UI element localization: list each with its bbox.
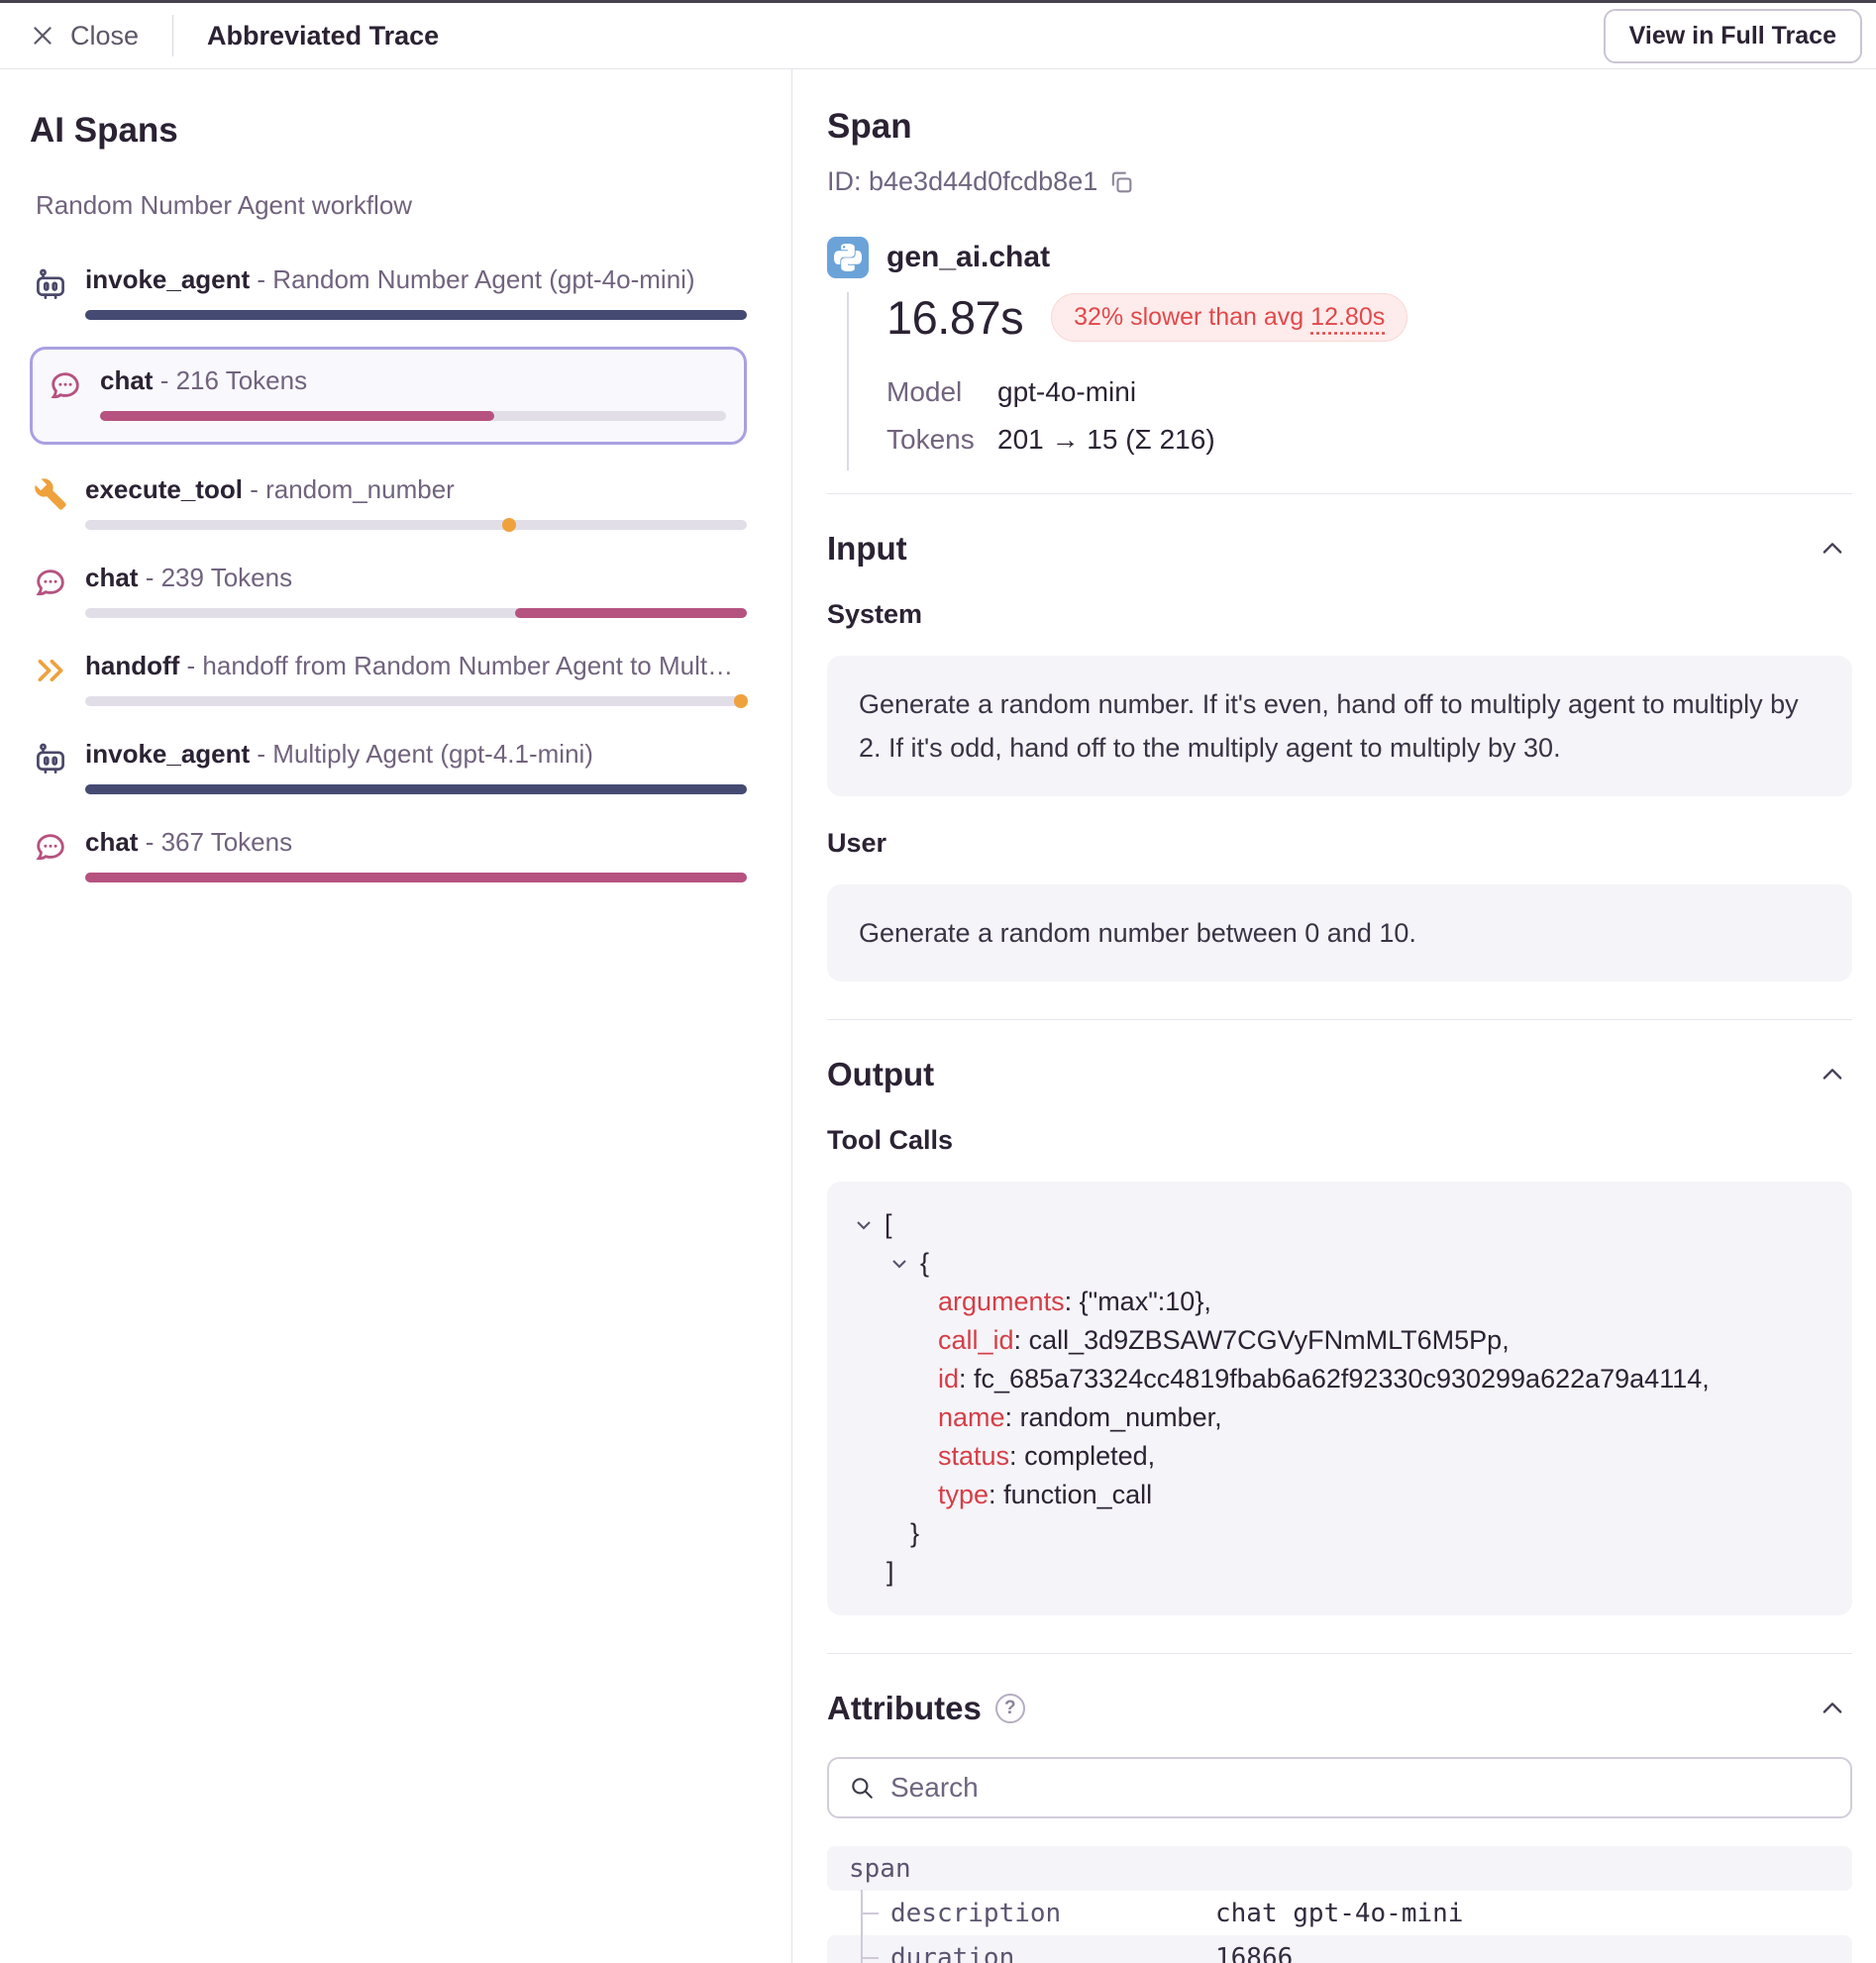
- search-input[interactable]: [890, 1772, 1830, 1804]
- chevron-up-icon[interactable]: [1813, 1057, 1852, 1092]
- attributes-search[interactable]: [827, 1757, 1852, 1818]
- span-id: ID: b4e3d44d0fcdb8e1: [827, 166, 1097, 197]
- span-row-label: chat - 239 Tokens: [85, 562, 747, 593]
- close-button[interactable]: Close: [30, 21, 139, 52]
- span-duration-bar: [85, 520, 747, 530]
- user-label: User: [827, 828, 1852, 859]
- user-prompt-text: Generate a random number between 0 and 1…: [827, 884, 1852, 982]
- search-icon: [849, 1775, 875, 1801]
- span-row-label: invoke_agent - Random Number Agent (gpt-…: [85, 263, 747, 295]
- span-row-label: invoke_agent - Multiply Agent (gpt-4.1-m…: [85, 738, 747, 770]
- json-close-brace: }: [910, 1514, 1824, 1553]
- span-row-handoff[interactable]: handoff - handoff from Random Number Age…: [30, 633, 747, 721]
- copy-icon[interactable]: [1107, 168, 1135, 196]
- span-duration-bar: [85, 784, 747, 794]
- section-divider: [827, 1019, 1852, 1020]
- handoff-icon: [30, 650, 71, 695]
- robot-icon: [30, 263, 71, 309]
- span-row-label: chat - 216 Tokens: [100, 364, 726, 396]
- span-point-marker: [734, 694, 748, 708]
- json-property: call_idcall_3d9ZBSAW7CGVyFNmMLT6M5Pp,: [938, 1321, 1824, 1360]
- attribute-row[interactable]: duration 16866: [827, 1935, 1852, 1963]
- input-section-title: Input: [827, 530, 907, 568]
- span-duration: 16.87s: [886, 290, 1023, 345]
- robot-icon: [30, 738, 71, 783]
- span-duration-bar: [85, 608, 747, 618]
- help-icon[interactable]: ?: [995, 1694, 1025, 1723]
- view-in-full-trace-button[interactable]: View in Full Trace: [1604, 9, 1862, 63]
- json-property: namerandom_number,: [938, 1398, 1824, 1437]
- span-point-marker: [502, 518, 516, 532]
- tokens-label: Tokens: [886, 424, 997, 456]
- json-property: statuscompleted,: [938, 1437, 1824, 1476]
- slower-than-avg-badge: 32% slower than avg 12.80s: [1051, 293, 1407, 342]
- chat-bubble-icon: [30, 826, 71, 872]
- genai-connector-line: [847, 292, 849, 470]
- chat-bubble-icon: [30, 562, 71, 607]
- json-property: idfc_685a73324cc4819fbab6a62f92330c93029…: [938, 1360, 1824, 1398]
- span-duration-bar: [85, 310, 747, 320]
- tool-calls-json: [ { arguments{"max":10}, call_idcall_3d9…: [827, 1182, 1852, 1615]
- topbar-divider: [172, 15, 173, 56]
- span-duration-bar: [100, 411, 726, 421]
- json-close-bracket: ]: [886, 1553, 1824, 1592]
- system-label: System: [827, 599, 1852, 630]
- chat-bubble-icon: [45, 364, 86, 410]
- ai-spans-panel: AI Spans Random Number Agent workflow in…: [0, 69, 792, 1963]
- span-row-label: handoff - handoff from Random Number Age…: [85, 650, 747, 681]
- section-divider: [827, 493, 1852, 494]
- span-duration-bar: [85, 873, 747, 882]
- span-duration-bar: [85, 696, 747, 706]
- attributes-section-title: Attributes: [827, 1690, 982, 1727]
- span-row-chat[interactable]: chat - 239 Tokens: [30, 545, 747, 633]
- ai-spans-heading: AI Spans: [30, 111, 791, 151]
- span-row-invoke-agent[interactable]: invoke_agent - Random Number Agent (gpt-…: [30, 247, 747, 335]
- python-icon: [827, 237, 869, 278]
- model-label: Model: [886, 376, 997, 408]
- tool-calls-label: Tool Calls: [827, 1125, 1852, 1156]
- chevron-down-icon[interactable]: [890, 1255, 908, 1273]
- output-section-title: Output: [827, 1056, 934, 1093]
- page-title: Abbreviated Trace: [207, 21, 439, 52]
- attribute-group-row[interactable]: span: [827, 1846, 1852, 1891]
- tree-branch: [862, 1957, 879, 1959]
- chevron-down-icon[interactable]: [855, 1216, 873, 1234]
- chevron-up-icon[interactable]: [1813, 1691, 1852, 1726]
- span-row-invoke-agent[interactable]: invoke_agent - Multiply Agent (gpt-4.1-m…: [30, 721, 747, 809]
- span-row-label: execute_tool - random_number: [85, 473, 747, 505]
- model-value: gpt-4o-mini: [997, 376, 1136, 408]
- json-property: arguments{"max":10},: [938, 1283, 1824, 1321]
- attribute-row[interactable]: description chat gpt-4o-mini: [827, 1891, 1852, 1935]
- span-row-label: chat - 367 Tokens: [85, 826, 747, 858]
- span-row-chat[interactable]: chat - 367 Tokens: [30, 809, 747, 897]
- attributes-table: span description chat gpt-4o-mini durati…: [827, 1846, 1852, 1963]
- span-op-name: gen_ai.chat: [886, 241, 1050, 274]
- system-prompt-text: Generate a random number. If it's even, …: [827, 656, 1852, 796]
- json-property: typefunction_call: [938, 1476, 1824, 1514]
- section-divider: [827, 1653, 1852, 1654]
- workflow-label: Random Number Agent workflow: [36, 190, 791, 221]
- tokens-value: 201 → 15 (Σ 216): [997, 424, 1215, 456]
- avg-duration-link[interactable]: 12.80s: [1310, 303, 1385, 331]
- tree-branch: [862, 1912, 879, 1914]
- span-list: invoke_agent - Random Number Agent (gpt-…: [0, 247, 791, 897]
- close-label: Close: [70, 21, 139, 52]
- span-detail-heading: Span: [827, 107, 1852, 147]
- span-row-execute-tool[interactable]: execute_tool - random_number: [30, 457, 747, 545]
- close-icon: [30, 23, 55, 49]
- tree-connector: [861, 1890, 863, 1963]
- chevron-up-icon[interactable]: [1813, 531, 1852, 567]
- top-bar: Close Abbreviated Trace View in Full Tra…: [0, 3, 1876, 69]
- span-row-chat-selected[interactable]: chat - 216 Tokens: [30, 347, 747, 445]
- wrench-icon: [30, 473, 71, 519]
- span-detail-panel: Span ID: b4e3d44d0fcdb8e1 gen_ai.chat: [792, 69, 1876, 1963]
